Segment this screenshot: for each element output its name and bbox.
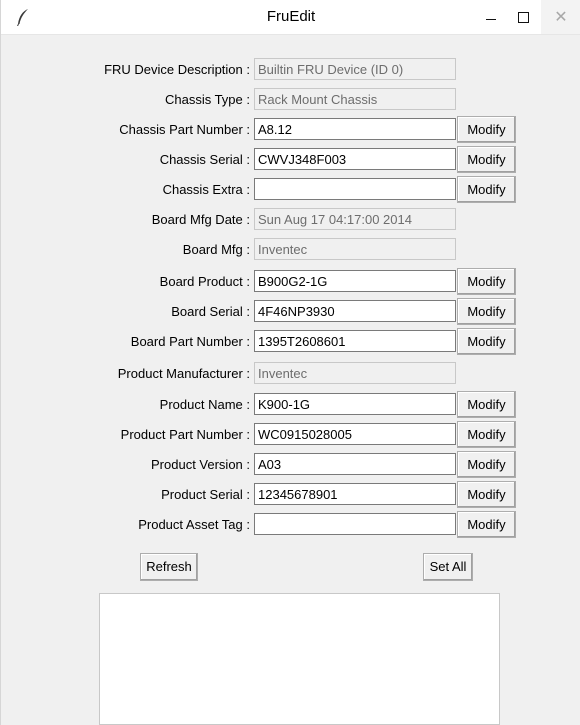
field-label: Board Product :	[159, 274, 250, 289]
chassis-part-number-input[interactable]	[254, 118, 456, 140]
modify-product-version-button[interactable]: Modify	[457, 451, 516, 478]
product-asset-tag-input[interactable]	[254, 513, 456, 535]
modify-product-name-button[interactable]: Modify	[457, 391, 516, 418]
board-part-number-input[interactable]	[254, 330, 456, 352]
close-icon: ✕	[554, 7, 568, 26]
modify-board-serial-button[interactable]: Modify	[457, 298, 516, 325]
modify-product-part-number-button[interactable]: Modify	[457, 421, 516, 448]
refresh-button[interactable]: Refresh	[140, 553, 198, 581]
modify-chassis-part-number-button[interactable]: Modify	[457, 116, 516, 143]
board-mfg-field	[254, 238, 456, 260]
field-label: Chassis Serial :	[159, 152, 250, 167]
set-all-button[interactable]: Set All	[423, 553, 473, 581]
board-serial-input[interactable]	[254, 300, 456, 322]
row-board-serial: Board Serial : Modify	[1, 297, 580, 327]
field-label: Product Manufacturer :	[117, 366, 250, 381]
product-part-number-input[interactable]	[254, 423, 456, 445]
modify-chassis-serial-button[interactable]: Modify	[457, 146, 516, 173]
row-board-mfg-date: Board Mfg Date :	[1, 205, 580, 235]
row-product-part-number: Product Part Number : Modify	[1, 420, 580, 450]
maximize-icon	[517, 11, 529, 23]
row-chassis-part-number: Chassis Part Number : Modify	[1, 115, 580, 145]
modify-board-part-number-button[interactable]: Modify	[457, 328, 516, 355]
field-label: Product Version :	[151, 457, 250, 472]
field-label: Chassis Extra :	[162, 182, 250, 197]
board-product-input[interactable]	[254, 270, 456, 292]
row-product-asset-tag: Product Asset Tag : Modify	[1, 510, 580, 540]
field-label: Product Asset Tag :	[138, 517, 250, 532]
modify-board-product-button[interactable]: Modify	[457, 268, 516, 295]
row-product-version: Product Version : Modify	[1, 450, 580, 480]
row-board-product: Board Product : Modify	[1, 267, 580, 297]
modify-product-asset-tag-button[interactable]: Modify	[457, 511, 516, 538]
row-product-manufacturer: Product Manufacturer :	[1, 359, 580, 389]
row-board-part-number: Board Part Number : Modify	[1, 327, 580, 357]
fruedit-window: FruEdit ✕ FRU Device Description : Chass…	[0, 0, 580, 725]
product-name-input[interactable]	[254, 393, 456, 415]
row-chassis-serial: Chassis Serial : Modify	[1, 145, 580, 175]
row-board-mfg: Board Mfg :	[1, 235, 580, 265]
board-mfg-date-field	[254, 208, 456, 230]
minimize-button[interactable]	[475, 0, 507, 34]
output-textarea[interactable]	[99, 593, 500, 725]
modify-chassis-extra-button[interactable]: Modify	[457, 176, 516, 203]
fru-device-description-field	[254, 58, 456, 80]
field-label: Board Mfg Date :	[151, 212, 250, 227]
product-version-input[interactable]	[254, 453, 456, 475]
field-label: Board Part Number :	[130, 334, 250, 349]
row-product-name: Product Name : Modify	[1, 390, 580, 420]
chassis-type-field	[254, 88, 456, 110]
row-chassis-type: Chassis Type :	[1, 85, 580, 115]
field-label: FRU Device Description :	[104, 62, 250, 77]
row-chassis-extra: Chassis Extra : Modify	[1, 175, 580, 205]
product-manufacturer-field	[254, 362, 456, 384]
field-label: Board Mfg :	[182, 242, 250, 257]
row-fru-device-description: FRU Device Description :	[1, 55, 580, 85]
field-label: Product Name :	[159, 397, 250, 412]
field-label: Board Serial :	[171, 304, 250, 319]
field-label: Product Part Number :	[120, 427, 250, 442]
field-label: Chassis Part Number :	[119, 122, 250, 137]
chassis-serial-input[interactable]	[254, 148, 456, 170]
maximize-button[interactable]	[507, 0, 539, 34]
modify-product-serial-button[interactable]: Modify	[457, 481, 516, 508]
close-button[interactable]: ✕	[541, 0, 580, 34]
minimize-icon	[486, 18, 496, 20]
row-product-serial: Product Serial : Modify	[1, 480, 580, 510]
title-bar[interactable]: FruEdit ✕	[1, 0, 580, 35]
product-serial-input[interactable]	[254, 483, 456, 505]
field-label: Product Serial :	[161, 487, 250, 502]
field-label: Chassis Type :	[164, 92, 250, 107]
chassis-extra-input[interactable]	[254, 178, 456, 200]
